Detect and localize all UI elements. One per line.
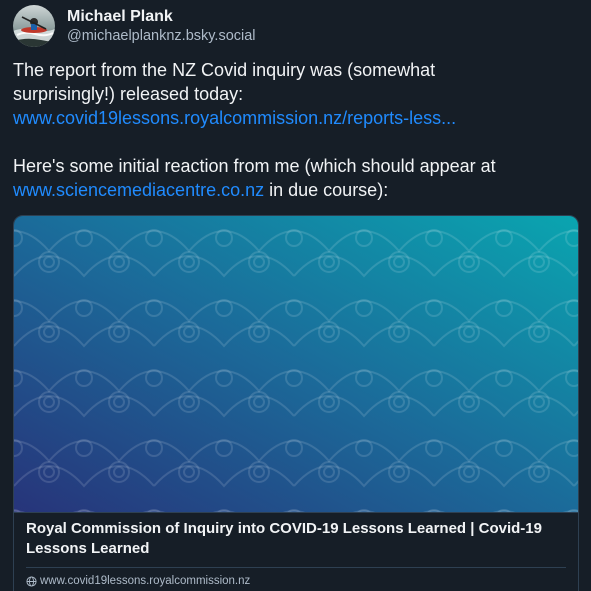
link-card-title: Royal Commission of Inquiry into COVID-1… — [26, 520, 542, 557]
link-preview-card[interactable]: Royal Commission of Inquiry into COVID-1… — [13, 215, 579, 591]
avatar[interactable] — [13, 5, 55, 47]
post-text: The report from the NZ Covid inquiry was… — [13, 58, 578, 202]
sciencemediacentre-link[interactable]: www.sciencemediacentre.co.nz — [13, 180, 264, 200]
author-handle[interactable]: @michaelplanknz.bsky.social — [67, 27, 256, 45]
author-names: Michael Plank @michaelplanknz.bsky.socia… — [67, 7, 256, 45]
report-link[interactable]: www.covid19lessons.royalcommission.nz/re… — [13, 108, 456, 128]
link-card-image — [14, 216, 578, 513]
link-card-domain-row: www.covid19lessons.royalcommission.nz — [14, 568, 578, 589]
post-text-line: Here's some initial reaction from me (wh… — [13, 156, 496, 176]
post-text-line: The report from the NZ Covid inquiry was… — [13, 60, 436, 80]
post-header: Michael Plank @michaelplanknz.bsky.socia… — [13, 5, 256, 47]
globe-icon — [26, 575, 37, 587]
display-name[interactable]: Michael Plank — [67, 7, 256, 27]
avatar-image — [13, 5, 55, 47]
post-text-line: surprisingly!) released today: — [13, 84, 244, 104]
link-card-domain: www.covid19lessons.royalcommission.nz — [40, 575, 251, 587]
post: Michael Plank @michaelplanknz.bsky.socia… — [0, 0, 591, 591]
post-text-fragment: in due course): — [264, 180, 389, 200]
